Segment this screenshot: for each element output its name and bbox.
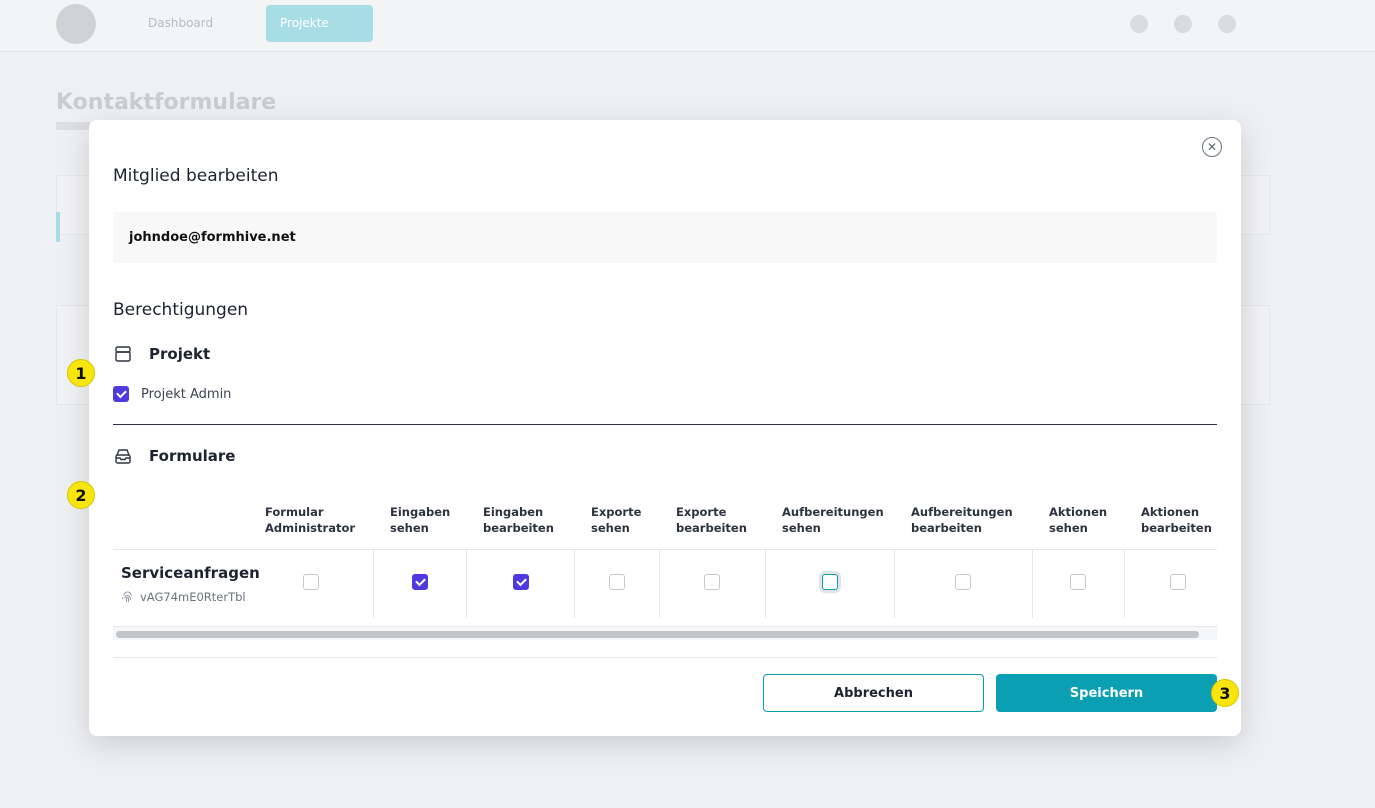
column-divider	[373, 550, 374, 618]
col-header: Aktionen bearbeiten	[1141, 505, 1212, 535]
horizontal-scrollbar[interactable]	[113, 626, 1217, 640]
page-subtitle	[56, 122, 90, 130]
perm-entries-edit-checkbox[interactable]	[513, 574, 529, 590]
col-header: Aktionen sehen	[1049, 505, 1108, 535]
column-divider	[894, 550, 895, 618]
col-header: Aufbereitungen bearbeiten	[911, 505, 1013, 535]
edit-member-modal: ✕ Mitglied bearbeiten johndoe@formhive.n…	[89, 120, 1241, 736]
close-icon[interactable]: ✕	[1202, 137, 1222, 157]
permissions-title: Berechtigungen	[113, 300, 249, 320]
column-divider	[1032, 550, 1033, 618]
perm-form-admin-checkbox[interactable]	[303, 574, 319, 590]
section-divider	[113, 424, 1217, 425]
member-email: johndoe@formhive.net	[113, 212, 1217, 263]
project-admin-checkbox[interactable]	[113, 386, 129, 402]
nav-dashboard: Dashboard	[148, 16, 214, 30]
archive-icon	[115, 346, 131, 362]
annotation-badge-2: 2	[67, 481, 95, 509]
column-divider	[659, 550, 660, 618]
col-header: Eingaben bearbeiten	[483, 505, 554, 535]
table-row	[113, 549, 1217, 618]
nav-projects: Projekte	[266, 5, 373, 42]
perm-entries-view-checkbox[interactable]	[412, 574, 428, 590]
col-header: Eingaben sehen	[390, 505, 451, 535]
footer-divider	[113, 657, 1217, 658]
perm-exports-edit-checkbox[interactable]	[704, 574, 720, 590]
project-admin-label: Projekt Admin	[141, 386, 232, 402]
fingerprint-icon	[122, 590, 132, 602]
col-header: Exporte sehen	[591, 505, 642, 535]
background-accent	[56, 212, 60, 242]
project-group-title: Projekt	[149, 345, 211, 363]
permissions-table: Formular Administrator Eingaben sehen Eing…	[113, 492, 1217, 642]
form-id-text: vAG74mE0RterTbl	[140, 590, 246, 604]
perm-exports-view-checkbox[interactable]	[609, 574, 625, 590]
scrollbar-thumb[interactable]	[116, 631, 1199, 638]
form-name: Serviceanfragen	[121, 564, 260, 582]
column-divider	[574, 550, 575, 618]
inbox-tray-icon	[115, 449, 131, 464]
column-divider	[466, 550, 467, 618]
annotation-badge-3: 3	[1211, 679, 1239, 707]
perm-actions-view-checkbox[interactable]	[1070, 574, 1086, 590]
cancel-button[interactable]: Abbrechen	[763, 674, 984, 712]
user-icon	[1218, 15, 1236, 33]
project-admin-row[interactable]: Projekt Admin	[113, 386, 231, 402]
page-title: Kontaktformulare	[56, 90, 277, 115]
app-logo	[56, 4, 96, 44]
column-divider	[1124, 550, 1125, 618]
annotation-badge-1: 1	[67, 359, 95, 387]
help-icon	[1174, 15, 1192, 33]
app-header: Dashboard Projekte	[0, 0, 1375, 52]
perm-actions-edit-checkbox[interactable]	[1170, 574, 1186, 590]
col-header: Exporte bearbeiten	[676, 505, 747, 535]
col-header: Aufbereitungen sehen	[782, 505, 884, 535]
project-group-header: Projekt	[113, 344, 210, 364]
save-button[interactable]: Speichern	[996, 674, 1217, 712]
perm-preparations-edit-checkbox[interactable]	[955, 574, 971, 590]
forms-group-title: Formulare	[149, 447, 236, 465]
column-divider	[765, 550, 766, 618]
modal-title: Mitglied bearbeiten	[113, 166, 279, 186]
col-header: Formular Administrator	[265, 505, 356, 535]
perm-preparations-view-checkbox[interactable]	[822, 574, 838, 590]
bell-icon	[1130, 15, 1148, 33]
form-id: vAG74mE0RterTbl	[121, 590, 246, 604]
forms-group-header: Formulare	[113, 446, 235, 466]
